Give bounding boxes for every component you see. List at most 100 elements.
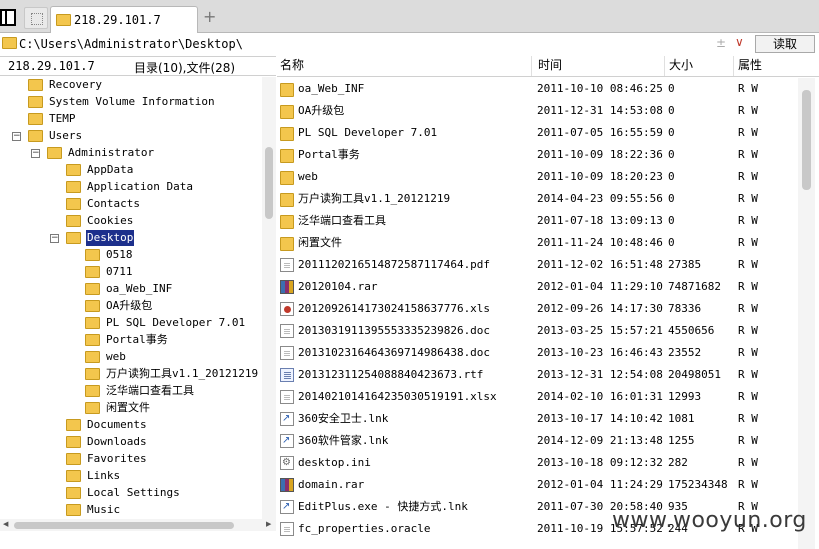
scroll-right-icon[interactable]: ▶ bbox=[266, 520, 271, 528]
chevron-down-icon[interactable]: ∨ bbox=[735, 35, 744, 49]
file-time: 2013-10-23 16:46:43 bbox=[537, 346, 663, 359]
file-row[interactable]: 闲置文件 2011-11-24 10:48:46 0 R W bbox=[277, 232, 798, 254]
file-row[interactable]: 泛华端口查看工具 2011-07-18 13:09:13 0 R W bbox=[277, 210, 798, 232]
folder-icon bbox=[280, 215, 294, 229]
file-time: 2014-02-10 16:01:31 bbox=[537, 390, 663, 403]
spreadsheet-icon bbox=[280, 302, 294, 316]
folder-icon bbox=[66, 198, 81, 210]
file-row[interactable]: oa_Web_INF 2011-10-10 08:46:25 0 R W bbox=[277, 78, 798, 100]
tab-active[interactable]: 218.29.101.7 bbox=[50, 6, 198, 34]
folder-icon bbox=[2, 37, 17, 49]
file-name: 20120104.rar bbox=[298, 280, 378, 293]
file-size: 0 bbox=[668, 148, 675, 161]
scroll-thumb[interactable] bbox=[14, 522, 234, 529]
file-size: 1081 bbox=[668, 412, 695, 425]
tree-item-label: Favorites bbox=[87, 452, 147, 465]
collapse-toggle-icon[interactable]: − bbox=[31, 149, 40, 158]
file-row[interactable]: 20130319113955533352398​26.doc 2013-03-25… bbox=[277, 320, 798, 342]
tree-vertical-scrollbar[interactable] bbox=[262, 77, 276, 519]
rtf-file-icon bbox=[280, 368, 294, 382]
column-size[interactable]: 大小 bbox=[666, 56, 734, 76]
file-attr: R W bbox=[738, 434, 758, 447]
collapse-toggle-icon[interactable]: − bbox=[50, 234, 59, 243]
scroll-thumb[interactable] bbox=[265, 147, 273, 219]
history-icon[interactable]: ± bbox=[716, 36, 726, 50]
folder-icon bbox=[85, 385, 100, 397]
folder-icon bbox=[66, 453, 81, 465]
file-time: 2013-10-18 09:12:32 bbox=[537, 456, 663, 469]
list-vertical-scrollbar[interactable] bbox=[798, 78, 815, 549]
file-size: 175234348 bbox=[668, 478, 728, 491]
column-attr[interactable]: 属性 bbox=[735, 56, 815, 76]
file-name: 360安全卫士.lnk bbox=[298, 412, 389, 425]
file-time: 2013-12-31 12:54:08 bbox=[537, 368, 663, 381]
tree-item-label: Administrator bbox=[68, 146, 155, 159]
document-icon bbox=[280, 390, 294, 404]
tree-item-label: TEMP bbox=[49, 112, 76, 125]
file-row[interactable]: domain.rar 2012-01-04 11:24:29 175234348 R … bbox=[277, 474, 798, 496]
document-icon bbox=[280, 324, 294, 338]
file-list-header: 名称 时间 大小 属性 bbox=[277, 56, 819, 77]
tab-bar: 218.29.101.7 + bbox=[0, 0, 819, 34]
file-attr: R W bbox=[738, 280, 758, 293]
file-row[interactable]: 万户读狗工具v1.1_20121219 2014-04-23 09:55:56 0 R… bbox=[277, 188, 798, 210]
folder-open-icon bbox=[66, 232, 81, 244]
file-size: 0 bbox=[668, 214, 675, 227]
file-name: 万户读狗工具v1.1_20121219 bbox=[298, 192, 451, 205]
panel-toggle-icon[interactable] bbox=[0, 9, 16, 26]
folder-icon bbox=[280, 149, 294, 163]
tab-label: 218.29.101.7 bbox=[74, 13, 161, 27]
scroll-left-icon[interactable]: ◀ bbox=[3, 520, 8, 528]
folder-icon bbox=[66, 436, 81, 448]
file-size: 23552 bbox=[668, 346, 702, 359]
folder-icon bbox=[280, 237, 294, 251]
file-size: 78336 bbox=[668, 302, 702, 315]
watermark: www.wooyun.org bbox=[612, 508, 807, 533]
column-name[interactable]: 名称 bbox=[277, 56, 532, 76]
tab-grid-icon[interactable] bbox=[24, 7, 48, 29]
file-attr: R W bbox=[738, 302, 758, 315]
file-row[interactable]: 20140210141642350305191​91.xlsx 2014-02-1… bbox=[277, 386, 798, 408]
file-row[interactable]: Portal事务 2011-10-09 18:22:36 0 R W bbox=[277, 144, 798, 166]
tree-item-label: OA升级包 bbox=[106, 299, 153, 312]
file-attr: R W bbox=[738, 82, 758, 95]
archive-icon bbox=[280, 478, 294, 492]
file-row[interactable]: 20111202165148725871174​64.pdf 2011-12-02… bbox=[277, 254, 798, 276]
file-name: 20130319113955533352398​26.doc bbox=[298, 324, 491, 337]
tree-horizontal-scrollbar[interactable]: ◀ ▶ bbox=[0, 519, 276, 531]
column-time[interactable]: 时间 bbox=[535, 56, 665, 76]
file-list: oa_Web_INF 2011-10-10 08:46:25 0 R W OA升级包 20… bbox=[277, 78, 798, 549]
file-row[interactable]: 360软件管家.lnk 2014-12-09 21:13:48 1255 R W bbox=[277, 430, 798, 452]
file-row[interactable]: 360安全卫士.lnk 2013-10-17 14:10:42 1081 R W bbox=[277, 408, 798, 430]
collapse-toggle-icon[interactable]: − bbox=[12, 132, 21, 141]
scroll-thumb[interactable] bbox=[802, 90, 811, 190]
file-row[interactable]: PL SQL Developer 7.01 2011-07-05 16:55:59… bbox=[277, 122, 798, 144]
tree-item-label: Local Settings bbox=[87, 486, 180, 499]
tree-item-label: Documents bbox=[87, 418, 147, 431]
file-name: web bbox=[298, 170, 318, 183]
file-row[interactable]: web 2011-10-09 18:20:23 0 R W bbox=[277, 166, 798, 188]
count-label: 目录(10),文件(28) bbox=[134, 61, 236, 75]
file-row[interactable]: 20131231125408884042367​3.rtf 2013-12-31 … bbox=[277, 364, 798, 386]
folder-icon bbox=[66, 487, 81, 499]
file-row[interactable]: 20120104.rar 2012-01-04 11:29:10 74871682 R… bbox=[277, 276, 798, 298]
file-name: Portal事务 bbox=[298, 148, 360, 161]
file-attr: R W bbox=[738, 214, 758, 227]
tree-item-label: Contacts bbox=[87, 197, 140, 210]
file-row[interactable]: desktop.ini 2013-10-18 09:12:32 282 R W bbox=[277, 452, 798, 474]
read-button[interactable]: 读取 bbox=[755, 35, 815, 53]
path-input[interactable]: C:\Users\Administrator\Desktop\ bbox=[2, 35, 752, 52]
folder-icon bbox=[66, 215, 81, 227]
add-tab-button[interactable]: + bbox=[203, 9, 216, 25]
archive-icon bbox=[280, 280, 294, 294]
file-size: 0 bbox=[668, 236, 675, 249]
file-row[interactable]: OA升级包 2011-12-31 14:53:08 0 R W bbox=[277, 100, 798, 122]
file-row[interactable]: 20120926141730241586377​76.xls 2012-09-26… bbox=[277, 298, 798, 320]
file-name: 20140210141642350305191​91.xlsx bbox=[298, 390, 497, 403]
folder-icon bbox=[85, 368, 100, 380]
file-name: 20131023164643697149864​38.doc bbox=[298, 346, 491, 359]
file-row[interactable]: 20131023164643697149864​38.doc 2013-10-23… bbox=[277, 342, 798, 364]
folder-icon bbox=[66, 419, 81, 431]
folder-icon bbox=[85, 300, 100, 312]
file-attr: R W bbox=[738, 346, 758, 359]
